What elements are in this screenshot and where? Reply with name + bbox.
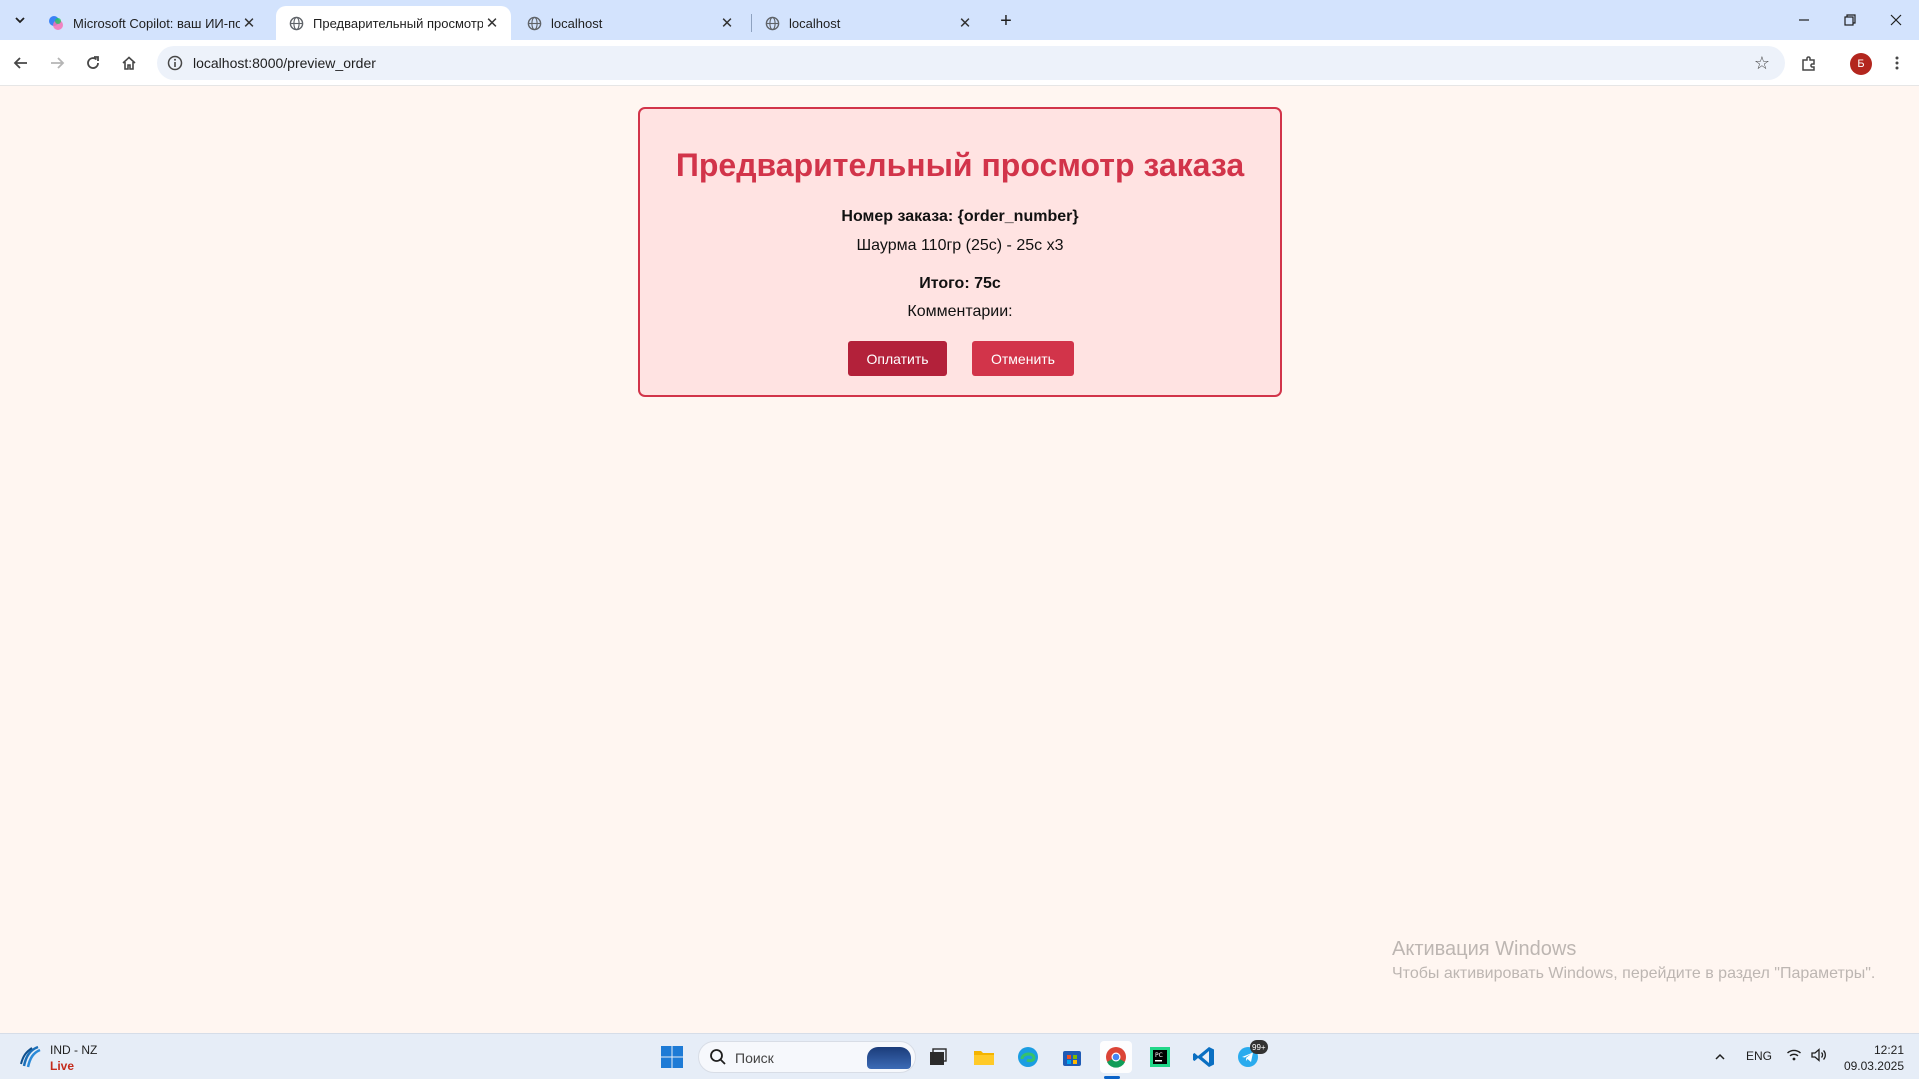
taskbar: IND - NZ Live Поиск PC 99+ ENG 12:21 09.… [0,1033,1919,1079]
tab-copilot[interactable]: Microsoft Copilot: ваш ИИ-пом ✕ [36,6,268,40]
chevron-down-icon [15,17,25,24]
site-info-icon[interactable] [165,53,185,73]
close-tab-icon[interactable]: ✕ [483,14,501,32]
input-language[interactable]: ENG [1746,1049,1772,1063]
tab-title: Предварительный просмотр з [313,15,483,31]
browser-menu-button[interactable] [1881,47,1913,79]
store-button[interactable] [1056,1041,1088,1073]
edge-icon [1018,1047,1038,1067]
order-item: Шаурма 110гр (25с) - 25с x3 [856,237,1064,254]
globe-icon [764,15,780,31]
profile-avatar[interactable]: Б [1850,53,1872,75]
address-bar[interactable]: localhost:8000/preview_order ☆ [157,46,1785,80]
folder-icon [974,1051,994,1065]
reload-button[interactable] [77,47,109,79]
search-highlight-image [867,1047,911,1069]
wifi-icon[interactable] [1786,1047,1802,1066]
restore-icon [1844,14,1856,26]
cricket-live-icon[interactable] [18,1044,44,1070]
minimize-button[interactable] [1781,0,1827,40]
home-button[interactable] [113,47,145,79]
globe-icon [288,15,304,31]
task-view-button[interactable] [922,1041,954,1073]
new-tab-button[interactable]: + [992,7,1020,35]
copilot-icon [48,15,64,31]
close-tab-icon[interactable]: ✕ [240,14,258,32]
close-tab-icon[interactable]: ✕ [718,14,736,32]
activation-watermark-subtitle: Чтобы активировать Windows, перейдите в … [1392,965,1876,982]
telegram-unread-badge: 99+ [1250,1040,1268,1054]
chrome-icon [1106,1047,1126,1068]
cancel-button[interactable]: Отменить [972,341,1074,376]
arrow-left-icon [13,57,27,69]
back-button[interactable] [5,47,37,79]
chevron-up-icon [1715,1053,1725,1060]
tab-localhost-1[interactable]: localhost ✕ [514,6,746,40]
puzzle-icon [1802,56,1815,71]
widget-title[interactable]: IND - NZ [50,1043,97,1057]
windows-start-icon [661,1046,683,1068]
tab-preview-order[interactable]: Предварительный просмотр з ✕ [276,6,511,40]
forward-button[interactable] [41,47,73,79]
taskbar-search[interactable]: Поиск [698,1041,916,1073]
tab-title: localhost [789,15,841,31]
widget-live-label: Live [50,1059,75,1073]
bookmark-star-icon[interactable]: ☆ [1751,52,1773,74]
home-icon [122,56,136,70]
tab-strip: Microsoft Copilot: ваш ИИ-пом ✕ Предвари… [0,0,1919,40]
chrome-button[interactable] [1100,1041,1132,1073]
url-text[interactable]: localhost:8000/preview_order [193,55,376,71]
activation-watermark-title: Активация Windows [1392,938,1577,960]
pycharm-button[interactable]: PC [1144,1041,1176,1073]
reload-icon [87,56,99,69]
clock-date[interactable]: 09.03.2025 [1836,1059,1904,1073]
tab-title: localhost [551,15,603,31]
start-button[interactable] [656,1041,688,1073]
pay-button[interactable]: Оплатить [848,341,947,376]
order-total: Итого: 75с [919,275,1001,292]
volume-icon[interactable] [1810,1047,1828,1066]
vscode-icon [1193,1047,1214,1067]
order-preview-card: Предварительный просмотр заказа Номер за… [638,107,1282,397]
search-icon [710,1049,726,1065]
arrow-right-icon [51,57,65,69]
tray-overflow-button[interactable] [1704,1041,1736,1073]
vscode-button[interactable] [1188,1041,1220,1073]
close-window-button[interactable] [1873,0,1919,40]
extensions-button[interactable] [1793,47,1825,79]
more-vert-icon [1895,56,1899,70]
tab-localhost-2[interactable]: localhost ✕ [752,6,984,40]
page-title: Предварительный просмотр заказа [675,147,1245,183]
svg-text:PC: PC [1155,1052,1163,1059]
file-explorer-button[interactable] [968,1041,1000,1073]
order-number: Номер заказа: {order_number} [841,208,1079,225]
order-comments: Комментарии: [907,303,1013,320]
close-icon [1890,14,1902,26]
tab-search-button[interactable] [7,9,33,31]
clock-time[interactable]: 12:21 [1864,1043,1904,1057]
globe-icon [526,15,542,31]
search-placeholder: Поиск [735,1050,774,1066]
task-view-icon [930,1048,947,1065]
minimize-icon [1799,19,1809,21]
store-icon [1063,1051,1081,1066]
tab-title: Microsoft Copilot: ваш ИИ-пом [73,15,240,31]
restore-button[interactable] [1827,0,1873,40]
browser-toolbar: localhost:8000/preview_order ☆ Б [0,40,1919,86]
close-tab-icon[interactable]: ✕ [956,14,974,32]
edge-button[interactable] [1012,1041,1044,1073]
plus-icon: + [1000,9,1012,32]
pycharm-icon: PC [1150,1047,1170,1067]
